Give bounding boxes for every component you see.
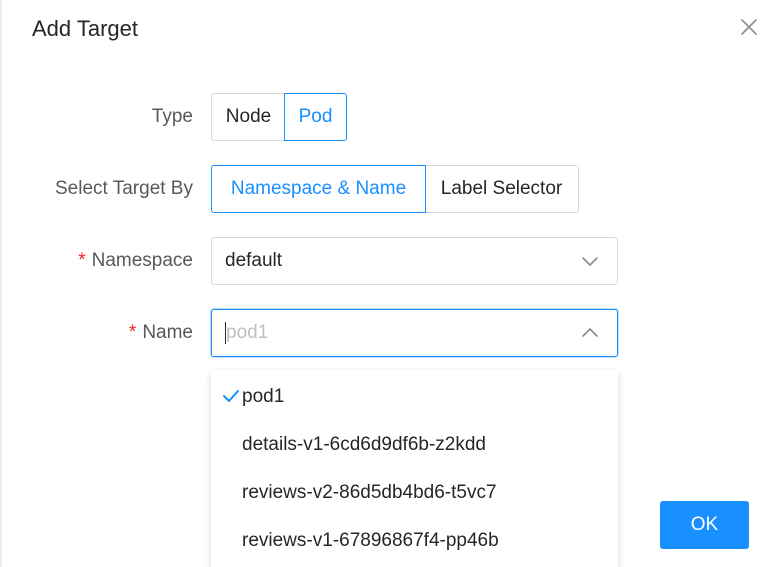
namespace-label-text: Namespace xyxy=(91,250,193,271)
type-option-pod[interactable]: Pod xyxy=(284,93,347,141)
dropdown-option-details-v1[interactable]: details-v1-6cd6d9df6b-z2kdd xyxy=(211,420,618,468)
dialog-title: Add Target xyxy=(32,16,139,41)
type-option-node[interactable]: Node xyxy=(211,93,286,141)
namespace-value: default xyxy=(225,250,283,271)
dropdown-option-reviews-v2[interactable]: reviews-v2-86d5db4bd6-t5vc7 xyxy=(211,468,618,516)
option-label: reviews-v2-86d5db4bd6-t5vc7 xyxy=(242,482,497,503)
dropdown-option-pod1[interactable]: pod1 xyxy=(211,372,618,420)
select-target-by-label: Select Target By xyxy=(54,178,193,199)
select-by-option-namespace-name[interactable]: Namespace & Name xyxy=(211,165,426,213)
name-search-input[interactable]: pod1 xyxy=(226,322,268,344)
name-select[interactable]: pod1 xyxy=(211,309,618,357)
add-target-dialog: Add Target Type Node Pod Select Target B… xyxy=(0,0,778,567)
name-label-text: Name xyxy=(142,322,193,343)
select-by-option-label-selector[interactable]: Label Selector xyxy=(424,165,579,213)
text-caret xyxy=(225,322,226,344)
option-label: details-v1-6cd6d9df6b-z2kdd xyxy=(242,434,486,455)
close-button[interactable] xyxy=(734,12,764,42)
required-mark: * xyxy=(128,322,137,343)
chevron-down-icon xyxy=(582,257,598,266)
option-label: pod1 xyxy=(242,386,285,407)
name-dropdown: pod1 details-v1-6cd6d9df6b-z2kdd reviews… xyxy=(211,370,618,567)
ok-button[interactable]: OK xyxy=(660,501,749,549)
dialog-edge xyxy=(0,0,2,567)
namespace-label: * Namespace xyxy=(40,250,193,272)
option-label: reviews-v1-67896867f4-pp46b xyxy=(242,530,499,551)
name-label: * Name xyxy=(40,322,193,344)
namespace-select[interactable]: default xyxy=(211,237,618,285)
type-label: Type xyxy=(151,106,193,127)
check-icon xyxy=(223,390,239,402)
close-icon xyxy=(741,19,757,35)
dropdown-option-reviews-v1[interactable]: reviews-v1-67896867f4-pp46b xyxy=(211,516,618,564)
required-mark: * xyxy=(78,250,86,271)
chevron-up-icon xyxy=(582,328,598,337)
